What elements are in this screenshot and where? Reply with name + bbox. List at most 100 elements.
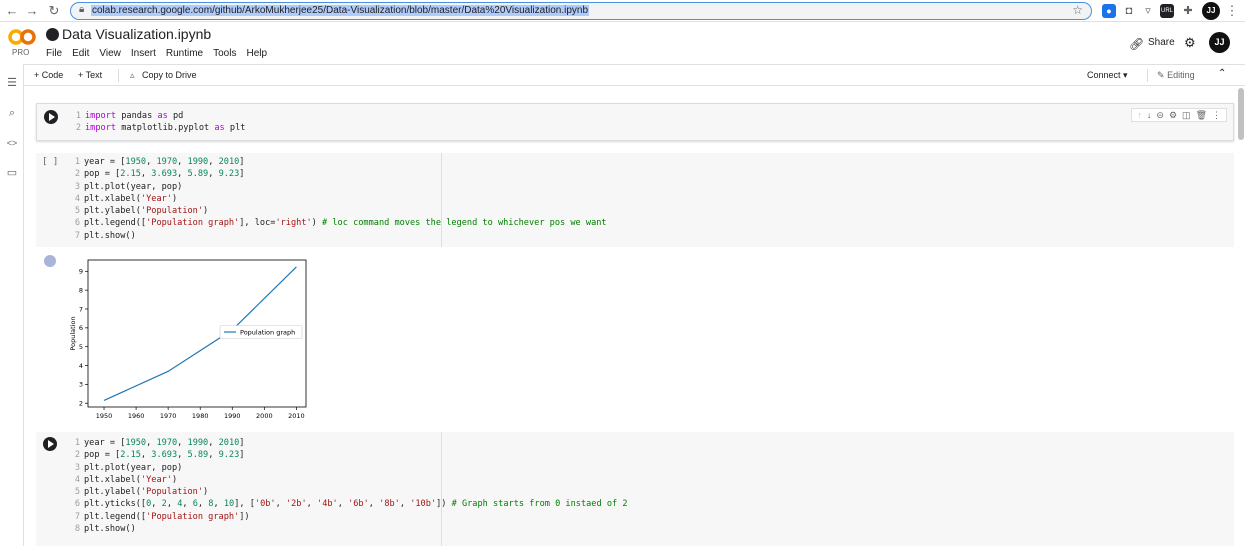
add-code-button[interactable]: + Code bbox=[34, 70, 63, 80]
menu-help[interactable]: Help bbox=[246, 48, 267, 59]
code-cell[interactable]: [ ] 1 year = [1950, 1970, 1990, 2010] 2 pop… bbox=[36, 153, 1234, 247]
extension-icon[interactable]: ● bbox=[1102, 4, 1116, 18]
code-line[interactable]: 4 plt.xlabel('Year') bbox=[70, 474, 628, 486]
copy-to-drive-button[interactable]: Copy to Drive bbox=[142, 70, 197, 80]
line-number: 8 bbox=[74, 524, 80, 535]
run-cell-button[interactable] bbox=[43, 437, 57, 451]
code-token: 1990 bbox=[187, 438, 209, 448]
run-cell-button[interactable] bbox=[44, 110, 58, 124]
gear-icon[interactable]: ⚙ bbox=[1184, 35, 1196, 51]
toolbar-divider bbox=[1147, 69, 1148, 82]
menu-edit[interactable]: Edit bbox=[72, 48, 89, 59]
code-token: as bbox=[214, 123, 225, 134]
menu-insert[interactable]: Insert bbox=[131, 48, 156, 59]
code-token: , bbox=[166, 499, 178, 510]
menu-view[interactable]: View bbox=[99, 48, 121, 59]
delete-icon[interactable]: 🗑︎ bbox=[1196, 109, 1207, 121]
code-line[interactable]: 5 plt.ylabel('Population') bbox=[70, 486, 628, 498]
move-down-icon[interactable]: ↓ bbox=[1147, 109, 1152, 121]
code-token: ) bbox=[203, 487, 209, 498]
execution-count[interactable]: [ ] bbox=[42, 157, 58, 167]
editing-mode-button[interactable]: ✎ Editing bbox=[1157, 70, 1195, 81]
code-token: ) bbox=[311, 218, 323, 229]
line-number: 4 bbox=[74, 193, 80, 204]
code-token: year = [ bbox=[84, 438, 126, 448]
code-token: plt.yticks([ bbox=[84, 499, 147, 510]
bookmark-star-icon[interactable]: ☆ bbox=[1072, 3, 1083, 17]
code-token: , bbox=[177, 157, 188, 167]
line-number: 1 bbox=[74, 157, 80, 167]
back-icon[interactable]: ← bbox=[4, 3, 20, 19]
code-line[interactable]: 2 pop = [2.15, 3.693, 5.89, 9.23] bbox=[70, 168, 607, 180]
line-number: 3 bbox=[74, 462, 80, 473]
code-line[interactable]: 1 year = [1950, 1970, 1990, 2010] bbox=[70, 437, 628, 449]
folder-icon[interactable]: ▭ bbox=[5, 166, 19, 180]
link-icon[interactable]: ⊝ bbox=[1156, 109, 1164, 121]
gear-icon[interactable]: ⚙ bbox=[1169, 109, 1177, 121]
code-line[interactable]: 2 pop = [2.15, 3.693, 5.89, 9.23] bbox=[70, 449, 628, 461]
code-line[interactable]: 6 plt.legend(['Population graph'], loc='r… bbox=[70, 217, 607, 229]
code-cell[interactable]: 1 year = [1950, 1970, 1990, 2010] 2 pop = [… bbox=[36, 432, 1234, 546]
code-line[interactable]: 6 plt.yticks([0, 2, 4, 6, 8, 10], ['0b', … bbox=[70, 498, 628, 510]
browser-profile-avatar[interactable]: JJ bbox=[1202, 2, 1220, 20]
more-options-icon[interactable]: ⋮ bbox=[1212, 109, 1221, 121]
line-length-ruler bbox=[441, 432, 442, 546]
move-up-icon[interactable]: ↑ bbox=[1137, 109, 1142, 121]
menu-tools[interactable]: Tools bbox=[213, 48, 236, 59]
code-token: matplotlib.pyplot bbox=[116, 123, 215, 134]
code-editor[interactable]: 1 year = [1950, 1970, 1990, 2010] 2 pop = [… bbox=[70, 156, 607, 242]
link-icon[interactable]: 🔗︎ bbox=[1129, 37, 1144, 51]
code-line[interactable]: 4 plt.xlabel('Year') bbox=[70, 193, 607, 205]
colab-logo-icon[interactable] bbox=[8, 28, 36, 46]
code-token: , bbox=[182, 499, 193, 510]
forward-icon[interactable]: → bbox=[24, 3, 40, 19]
code-line[interactable]: 3 plt.plot(year, pop) bbox=[70, 462, 628, 474]
code-token: pop = [ bbox=[84, 450, 121, 461]
code-token: 'right' bbox=[275, 218, 312, 229]
output-icon[interactable] bbox=[44, 255, 56, 267]
connect-button[interactable]: Connect ▾ bbox=[1087, 70, 1128, 81]
code-token: 1970 bbox=[156, 157, 178, 167]
avatar[interactable]: JJ bbox=[1209, 32, 1230, 53]
code-line[interactable]: 1 year = [1950, 1970, 1990, 2010] bbox=[70, 156, 607, 168]
share-button[interactable]: Share bbox=[1148, 37, 1175, 48]
code-token: , bbox=[151, 499, 162, 510]
scrollbar[interactable] bbox=[1238, 88, 1244, 140]
code-token: ) bbox=[171, 193, 178, 204]
code-line[interactable]: 7 plt.show() bbox=[70, 230, 607, 242]
code-editor[interactable]: 1 import pandas as pd 2 import matplotlib.p… bbox=[71, 110, 246, 135]
menu-runtime[interactable]: Runtime bbox=[166, 48, 203, 59]
table-of-contents-icon[interactable]: ☰ bbox=[5, 76, 19, 90]
code-line[interactable]: 1 import pandas as pd bbox=[71, 110, 245, 122]
add-text-button[interactable]: + Text bbox=[78, 70, 102, 80]
browser-menu-icon[interactable]: ⋮ bbox=[1224, 3, 1240, 19]
code-line[interactable]: 3 plt.plot(year, pop) bbox=[70, 181, 607, 193]
code-line[interactable]: 8 plt.show() bbox=[70, 523, 628, 535]
y-tick-label: 6 bbox=[79, 324, 83, 332]
collapse-header-icon[interactable]: ⌃ bbox=[1218, 68, 1226, 79]
code-snippets-icon[interactable]: <> bbox=[5, 136, 19, 150]
search-icon[interactable]: ⌕ bbox=[5, 106, 19, 120]
code-line[interactable]: 5 plt.ylabel('Population') bbox=[70, 205, 607, 217]
reload-icon[interactable]: ↻ bbox=[46, 3, 62, 19]
puzzle-icon[interactable]: ✚ bbox=[1181, 4, 1195, 18]
code-cell[interactable]: 1 import pandas as pd 2 import matplotlib.p… bbox=[36, 103, 1234, 141]
pocket-icon[interactable]: ▿ bbox=[1141, 4, 1155, 18]
code-line[interactable]: 7 plt.legend(['Population graph']) bbox=[70, 511, 628, 523]
url-text[interactable]: colab.research.google.com/github/ArkoMuk… bbox=[91, 5, 590, 16]
code-token: 5.89 bbox=[187, 450, 209, 461]
address-bar[interactable]: 🔒︎ colab.research.google.com/github/Arko… bbox=[70, 2, 1092, 20]
code-token: ] bbox=[239, 438, 245, 448]
mirror-cell-icon[interactable]: ◫ bbox=[1182, 109, 1191, 121]
code-token: ] bbox=[239, 169, 245, 180]
menu-file[interactable]: File bbox=[46, 48, 62, 59]
notebook-title[interactable]: Data Visualization.ipynb bbox=[62, 26, 211, 42]
url-extension-icon[interactable]: URL bbox=[1160, 4, 1174, 18]
code-editor[interactable]: 1 year = [1950, 1970, 1990, 2010] 2 pop = [… bbox=[70, 437, 628, 535]
code-token: ]) bbox=[436, 499, 452, 510]
code-token: 'Year' bbox=[140, 193, 172, 204]
code-token: 3.693 bbox=[151, 450, 178, 461]
y-tick-label: 2 bbox=[79, 400, 83, 408]
code-line[interactable]: 2 import matplotlib.pyplot as plt bbox=[71, 122, 246, 134]
camera-icon[interactable]: ◘ bbox=[1122, 4, 1136, 18]
